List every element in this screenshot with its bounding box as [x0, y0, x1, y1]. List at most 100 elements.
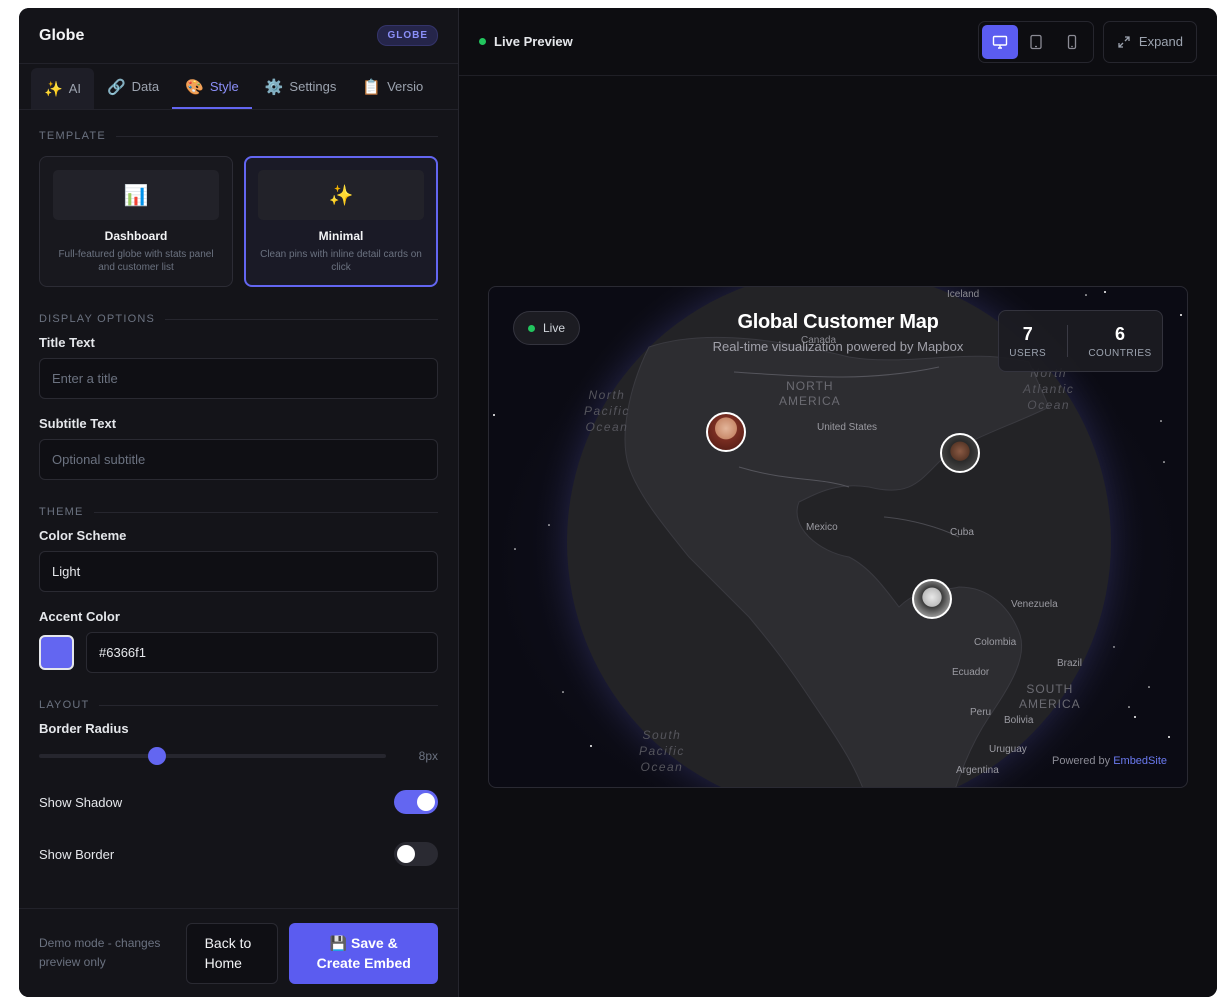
section-label-display: DISPLAY OPTIONS — [39, 313, 438, 325]
powered-prefix: Powered by — [1052, 755, 1111, 767]
map-label-cuba: Cuba — [950, 527, 974, 538]
template-desc: Full-featured globe with stats panel and… — [58, 249, 214, 273]
accent-color-row — [39, 632, 438, 673]
map-label-north-atlantic: North Atlantic Ocean — [1023, 365, 1074, 413]
globe-map-card[interactable]: Iceland Canada NORTH AMERICA United Stat… — [488, 286, 1188, 788]
accent-color-swatch[interactable] — [39, 635, 74, 670]
sparkles-icon: ✨ — [258, 170, 424, 220]
tab-bar: ✨ AI 🔗 Data 🎨 Style ⚙️ Settings 📋 Versio — [19, 64, 458, 110]
stat-countries: 6 COUNTRIES — [1088, 324, 1151, 359]
subtitle-text-input[interactable] — [39, 439, 438, 480]
map-label-uruguay: Uruguay — [989, 744, 1027, 755]
show-shadow-toggle[interactable] — [394, 790, 438, 814]
tab-label: Versio — [387, 79, 424, 94]
tab-ai[interactable]: ✨ AI — [31, 68, 94, 109]
users-label: USERS — [1009, 347, 1047, 359]
map-label-text: AMERICA — [1019, 697, 1081, 711]
stats-box: 7 USERS 6 COUNTRIES — [998, 310, 1163, 372]
map-label-text: South — [642, 728, 682, 742]
stat-divider — [1066, 325, 1068, 357]
toggle-knob — [397, 845, 415, 863]
section-label-template: TEMPLATE — [39, 130, 438, 142]
expand-label: Expand — [1138, 34, 1183, 49]
map-label-text: Pacific — [584, 404, 630, 418]
title-text-label: Title Text — [39, 335, 95, 350]
tab-label: AI — [68, 81, 81, 96]
expand-icon — [1118, 35, 1130, 48]
slider-thumb[interactable] — [147, 747, 166, 765]
map-label-text: Ocean — [585, 420, 629, 434]
template-card-dashboard[interactable]: 📊 Dashboard Full-featured globe with sta… — [39, 156, 233, 287]
demo-mode-note: Demo mode - changes preview only — [39, 936, 161, 969]
editor-panel: Globe GLOBE ✨ AI 🔗 Data 🎨 Style ⚙️ Setti… — [19, 8, 459, 997]
map-label-text: NORTH — [786, 379, 834, 393]
section-label-theme: THEME — [39, 506, 438, 518]
save-line-2: Create Embed — [316, 955, 411, 971]
phone-view-button[interactable] — [1054, 25, 1090, 59]
live-preview-label: Live Preview — [494, 34, 573, 49]
map-label-text: AMERICA — [779, 394, 841, 408]
preview-tools: Expand — [977, 20, 1197, 63]
palette-icon: 🎨 — [185, 78, 204, 96]
customer-pin-avatar[interactable] — [940, 433, 980, 473]
powered-brand-link[interactable]: EmbedSite — [1113, 755, 1167, 767]
toggle-knob — [417, 793, 435, 811]
panel-footer: Demo mode - changes preview only Back to… — [19, 908, 458, 997]
border-radius-slider-row: 8px — [39, 744, 438, 768]
border-radius-label: Border Radius — [39, 721, 129, 736]
map-label-south-pacific: South Pacific Ocean — [639, 727, 685, 775]
status-dot-icon — [479, 38, 486, 45]
countries-count: 6 — [1115, 323, 1126, 344]
accent-color-input[interactable] — [86, 632, 438, 673]
map-label-venezuela: Venezuela — [1011, 599, 1058, 610]
template-desc: Clean pins with inline detail cards on c… — [260, 249, 422, 273]
stat-users: 7 USERS — [1009, 324, 1046, 359]
tab-label: Settings — [289, 79, 337, 94]
back-line-2: Home — [204, 955, 242, 971]
panel-title: Globe — [39, 26, 85, 44]
subtitle-text-label: Subtitle Text — [39, 416, 117, 431]
map-label-mexico: Mexico — [806, 522, 838, 533]
show-shadow-label: Show Shadow — [39, 794, 123, 810]
users-count: 7 — [1022, 323, 1033, 344]
tab-settings[interactable]: ⚙️ Settings — [252, 64, 350, 109]
preview-toolbar: Live Preview Expand — [459, 8, 1217, 76]
device-switcher — [977, 20, 1094, 63]
template-options: 📊 Dashboard Full-featured globe with sta… — [39, 156, 438, 287]
tab-versions[interactable]: 📋 Versio — [349, 64, 436, 109]
tab-data[interactable]: 🔗 Data — [94, 64, 172, 109]
template-name: Dashboard — [104, 229, 168, 243]
template-card-minimal[interactable]: ✨ Minimal Clean pins with inline detail … — [244, 156, 438, 287]
template-name: Minimal — [318, 229, 364, 243]
customer-pin-avatar[interactable] — [912, 579, 952, 619]
map-label-colombia: Colombia — [974, 637, 1017, 648]
title-text-input[interactable] — [39, 358, 438, 399]
desktop-view-button[interactable] — [981, 24, 1018, 59]
map-label-text: North — [588, 388, 626, 402]
map-label-iceland: Iceland — [947, 289, 980, 300]
panel-content: TEMPLATE 📊 Dashboard Full-featured globe… — [19, 130, 458, 866]
map-label-north-america: NORTH AMERICA — [779, 379, 841, 409]
back-line-1: Back to — [204, 935, 252, 951]
tab-style[interactable]: 🎨 Style — [172, 64, 252, 109]
color-scheme-select[interactable]: Light — [39, 551, 438, 592]
back-to-home-button[interactable]: Back to Home — [185, 922, 279, 984]
map-label-text: Atlantic — [1023, 382, 1075, 396]
map-label-text: Ocean — [640, 760, 684, 774]
save-create-embed-button[interactable]: 💾 Save & Create Embed — [289, 922, 438, 984]
clipboard-icon: 📋 — [362, 78, 382, 96]
tablet-view-button[interactable] — [1018, 25, 1054, 59]
border-radius-slider[interactable] — [39, 747, 386, 765]
desktop-icon — [992, 35, 1008, 49]
live-preview-indicator: Live Preview — [479, 34, 573, 49]
show-border-toggle[interactable] — [394, 842, 438, 866]
color-scheme-label: Color Scheme — [39, 528, 127, 543]
map-label-north-pacific: North Pacific Ocean — [584, 387, 630, 435]
customer-pin-avatar[interactable] — [706, 412, 746, 452]
preview-area: Live Preview Expand Iceland Canada NORTH… — [459, 8, 1217, 997]
map-label-text: SOUTH — [1026, 682, 1074, 696]
map-label-argentina: Argentina — [956, 765, 999, 776]
type-badge: GLOBE — [377, 25, 438, 46]
border-radius-value: 8px — [418, 749, 438, 763]
expand-button[interactable]: Expand — [1102, 20, 1197, 63]
